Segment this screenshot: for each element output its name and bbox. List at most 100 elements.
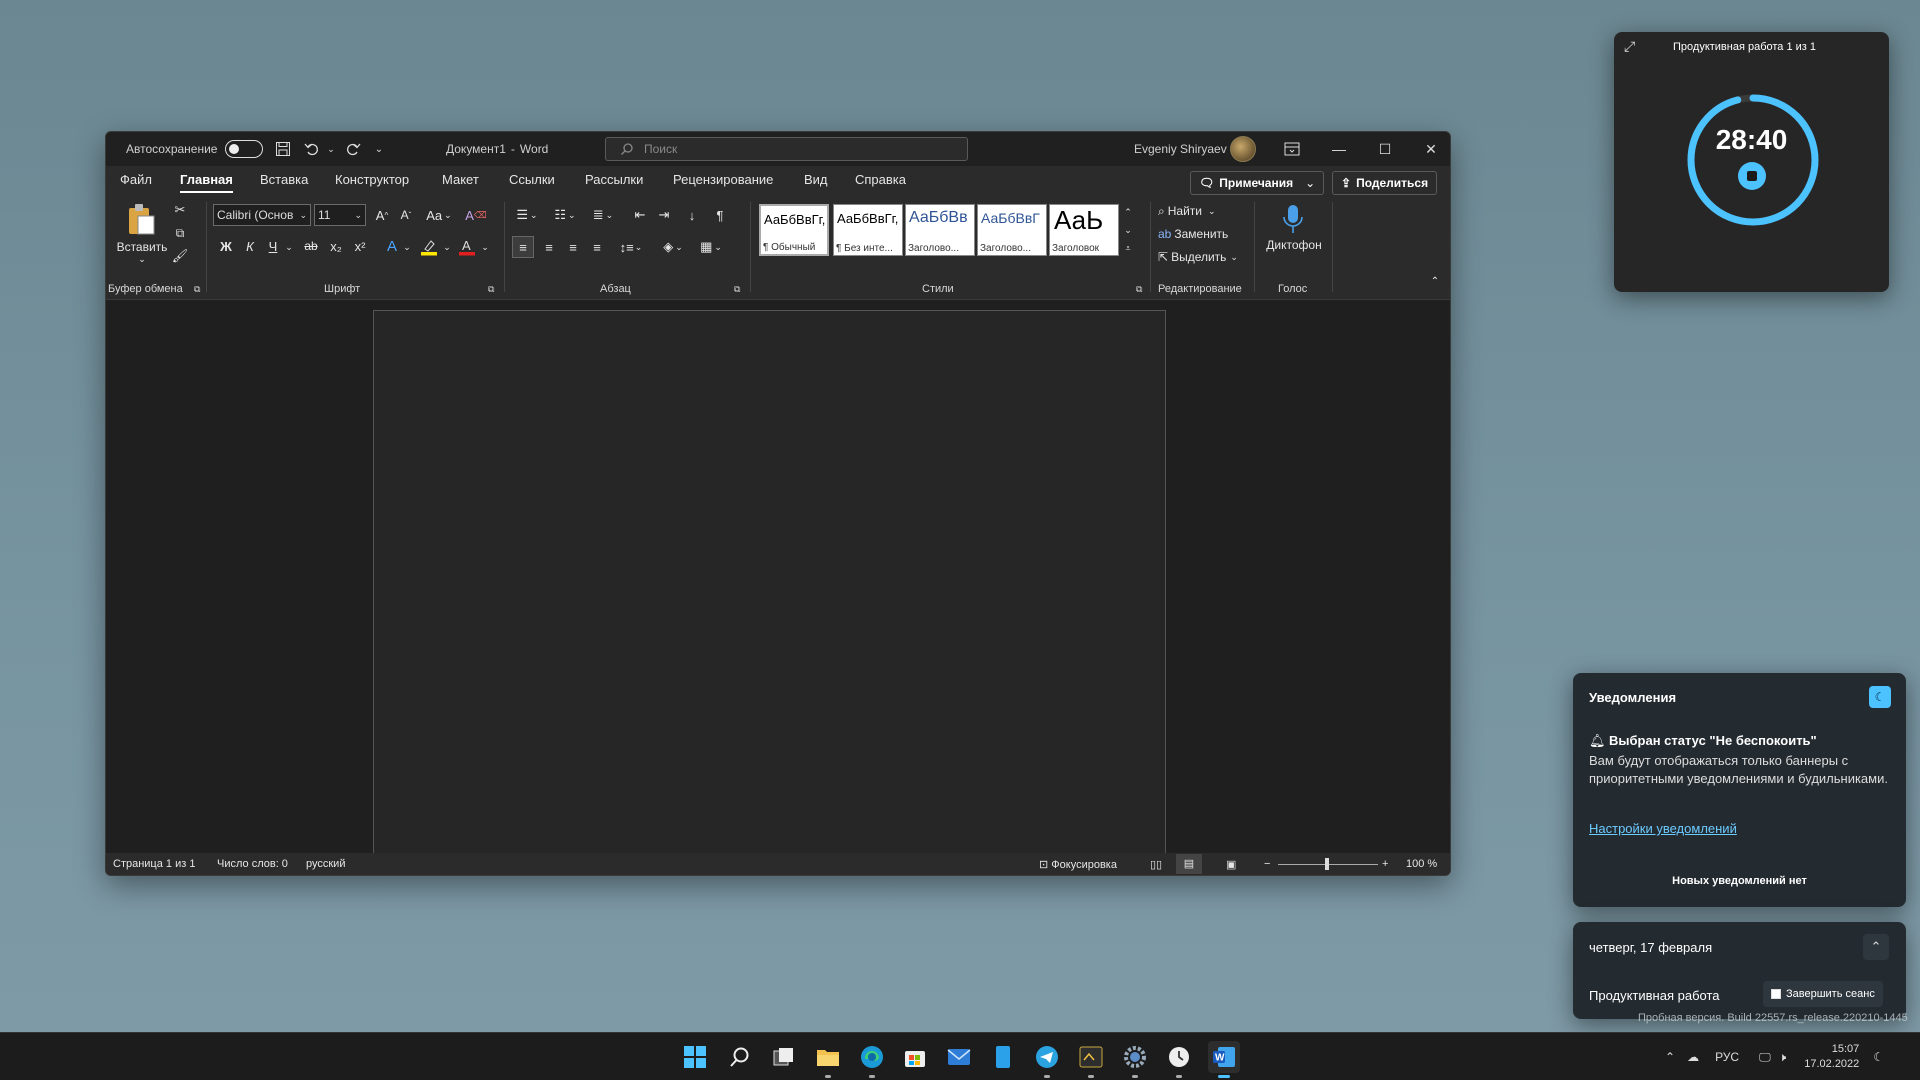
sort-icon[interactable]: ↓ xyxy=(682,205,702,225)
focus-mode-button[interactable]: ⊡ Фокусировка xyxy=(1039,858,1117,871)
avatar[interactable] xyxy=(1230,136,1256,162)
bold-button[interactable]: Ж xyxy=(217,236,235,256)
customize-qat-icon[interactable]: ⌄ xyxy=(368,138,390,160)
ribbon-display-icon[interactable] xyxy=(1281,138,1303,160)
telegram-icon[interactable] xyxy=(1031,1041,1063,1078)
styles-scroll-down-icon[interactable]: ⌄ xyxy=(1122,222,1134,238)
highlight-icon[interactable] xyxy=(418,236,440,258)
superscript-button[interactable]: x² xyxy=(350,236,370,256)
tab-layout[interactable]: Макет xyxy=(442,172,479,187)
zoom-level[interactable]: 100 % xyxy=(1406,858,1437,870)
language[interactable]: русский xyxy=(306,858,345,870)
print-layout-icon[interactable]: ▤ xyxy=(1176,854,1202,874)
align-center-icon[interactable]: ≡ xyxy=(538,236,560,258)
clock[interactable]: 15:07 17.02.2022 xyxy=(1804,1042,1859,1072)
tab-insert[interactable]: Вставка xyxy=(260,172,308,187)
text-effects-dropdown-icon[interactable]: ⌄ xyxy=(402,238,412,256)
numbering-icon[interactable]: ☷ ⌄ xyxy=(550,205,580,225)
cut-icon[interactable]: ✂ xyxy=(170,200,190,220)
save-icon[interactable] xyxy=(272,138,294,160)
tab-file[interactable]: Файл xyxy=(120,172,152,187)
word-taskbar-icon[interactable]: W xyxy=(1208,1041,1240,1078)
highlight-dropdown-icon[interactable]: ⌄ xyxy=(442,238,452,256)
find-button[interactable]: ⌕ Найти ⌄ xyxy=(1158,201,1216,221)
replace-button[interactable]: ab Заменить xyxy=(1158,224,1228,244)
focus-assist-icon[interactable]: ☾ xyxy=(1873,1050,1884,1064)
strikethrough-button[interactable]: ab xyxy=(300,236,322,256)
select-button[interactable]: ⇱ Выделить ⌄ xyxy=(1158,247,1238,267)
close-icon[interactable]: ✕ xyxy=(1408,132,1450,166)
style-title[interactable]: АаЬ Заголовок xyxy=(1049,204,1119,256)
style-normal[interactable]: АаБбВвГг, ¶ Обычный xyxy=(759,204,829,256)
tab-home[interactable]: Главная xyxy=(180,172,233,193)
font-launcher-icon[interactable]: ⧉ xyxy=(488,284,494,295)
redo-icon[interactable] xyxy=(342,138,364,160)
grow-font-icon[interactable]: A ^ xyxy=(372,205,392,225)
bullets-icon[interactable]: ☰ ⌄ xyxy=(512,205,542,225)
style-heading-1[interactable]: АаБбВв Заголово... xyxy=(905,204,975,256)
change-case-button[interactable]: Aa ⌄ xyxy=(424,205,454,225)
mail-icon[interactable] xyxy=(943,1041,975,1073)
start-icon[interactable] xyxy=(679,1041,711,1073)
dnd-toggle-icon[interactable]: ☾ xyxy=(1869,686,1891,708)
tab-view[interactable]: Вид xyxy=(804,172,828,187)
notification-settings-link[interactable]: Настройки уведомлений xyxy=(1589,821,1737,836)
font-color-icon[interactable]: A xyxy=(456,236,478,258)
borders-icon[interactable]: ▦ ⌄ xyxy=(696,236,726,258)
tab-references[interactable]: Ссылки xyxy=(509,172,555,187)
text-effects-icon[interactable]: A xyxy=(382,236,402,256)
dictate-label[interactable]: Диктофон xyxy=(1264,238,1324,252)
tab-review[interactable]: Рецензирование xyxy=(673,172,773,187)
tab-design[interactable]: Конструктор xyxy=(335,172,409,187)
input-language[interactable]: РУС xyxy=(1715,1050,1739,1064)
word-count[interactable]: Число слов: 0 xyxy=(217,858,288,870)
multilevel-list-icon[interactable]: ≣ ⌄ xyxy=(588,205,618,225)
align-right-icon[interactable]: ≡ xyxy=(562,236,584,258)
style-no-spacing[interactable]: АаБбВвГг, ¶ Без инте... xyxy=(833,204,903,256)
read-mode-icon[interactable]: ▯▯ xyxy=(1150,858,1162,871)
shrink-font-icon[interactable]: Aˇ xyxy=(396,205,416,225)
comments-button[interactable]: 🗨 Примечания ⌄ xyxy=(1190,171,1325,195)
minimize-icon[interactable]: — xyxy=(1316,132,1362,166)
underline-dropdown-icon[interactable]: ⌄ xyxy=(284,238,294,256)
shading-icon[interactable]: ◈ ⌄ xyxy=(658,236,688,258)
document-page[interactable] xyxy=(373,310,1166,860)
tab-help[interactable]: Справка xyxy=(855,172,906,187)
line-spacing-icon[interactable]: ↕≡ ⌄ xyxy=(616,236,646,258)
calendar-date[interactable]: четверг, 17 февраля xyxy=(1589,940,1712,955)
format-painter-icon[interactable]: 🖌 xyxy=(170,246,190,266)
zoom-in-icon[interactable]: + xyxy=(1382,858,1388,870)
autosave-toggle[interactable] xyxy=(225,140,264,158)
share-button[interactable]: ⇪ Поделиться xyxy=(1332,171,1438,195)
tab-mailings[interactable]: Рассылки xyxy=(585,172,643,187)
paste-icon[interactable] xyxy=(124,200,158,238)
clear-formatting-icon[interactable]: A ⌫ xyxy=(465,205,486,225)
paste-dropdown-icon[interactable]: ⌄ xyxy=(136,254,148,265)
search-icon[interactable] xyxy=(724,1041,756,1073)
show-hidden-icons-icon[interactable]: ⌃ xyxy=(1665,1050,1675,1064)
collapse-ribbon-icon[interactable]: ⌃ xyxy=(1428,274,1442,288)
styles-scroll-up-icon[interactable]: ⌃ xyxy=(1122,204,1134,220)
phone-link-icon[interactable] xyxy=(987,1041,1019,1073)
volume-icon[interactable]: 🕨︎ xyxy=(1779,1050,1787,1065)
web-layout-icon[interactable]: ▣ xyxy=(1226,858,1236,871)
zoom-out-icon[interactable]: − xyxy=(1264,858,1270,870)
show-marks-icon[interactable]: ¶ xyxy=(710,205,730,225)
terminal-icon[interactable] xyxy=(1075,1041,1107,1078)
zoom-slider-thumb[interactable] xyxy=(1325,858,1329,870)
styles-launcher-icon[interactable]: ⧉ xyxy=(1136,284,1142,295)
paste-label[interactable]: Вставить xyxy=(116,240,168,254)
stop-button[interactable] xyxy=(1738,162,1766,190)
page-count[interactable]: Страница 1 из 1 xyxy=(113,858,195,870)
font-size-combo[interactable]: 11 ⌄ xyxy=(314,204,366,226)
onedrive-icon[interactable]: ☁ xyxy=(1687,1050,1699,1064)
italic-button[interactable]: К xyxy=(241,236,259,256)
file-explorer-icon[interactable] xyxy=(812,1041,844,1078)
styles-more-icon[interactable]: ⩡ xyxy=(1122,240,1134,256)
clock-app-icon[interactable] xyxy=(1163,1041,1195,1078)
collapse-calendar-icon[interactable]: ⌃ xyxy=(1863,934,1889,960)
undo-dropdown-icon[interactable]: ⌄ xyxy=(320,138,342,160)
increase-indent-icon[interactable]: ⇥ xyxy=(654,205,674,225)
search-box[interactable]: Поиск xyxy=(605,137,968,161)
edge-icon[interactable] xyxy=(856,1041,888,1078)
